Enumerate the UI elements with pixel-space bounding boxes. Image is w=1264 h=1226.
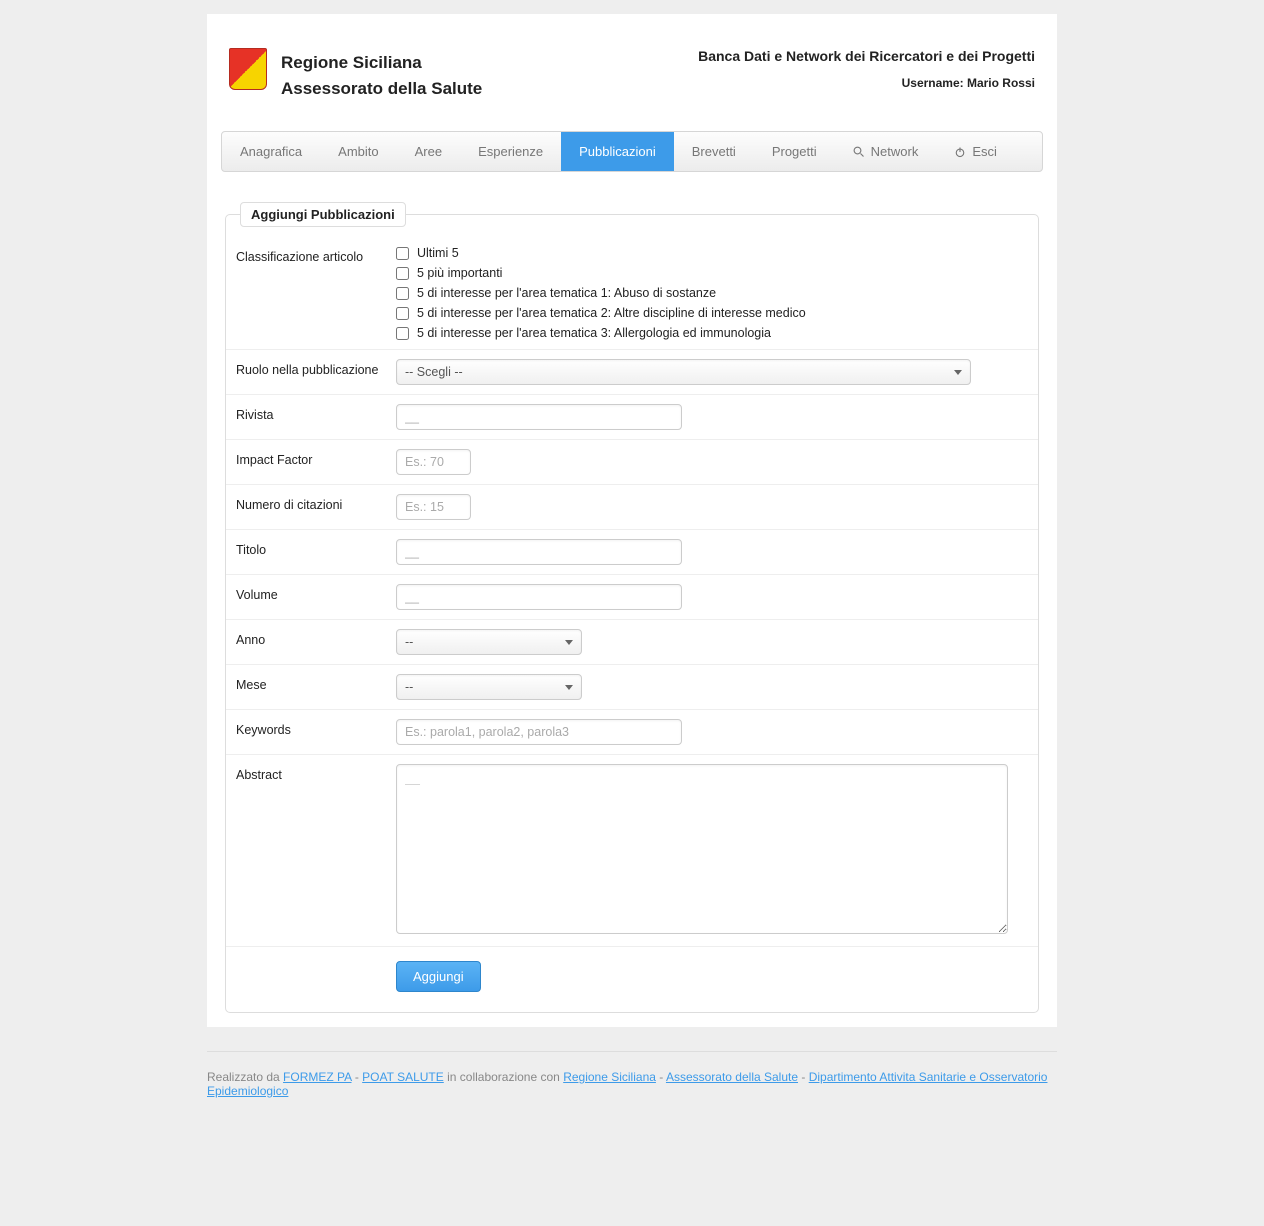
row-mese: Mese -- — [226, 665, 1038, 710]
label-abstract: Abstract — [236, 764, 396, 937]
row-titolo: Titolo — [226, 530, 1038, 575]
chevron-down-icon — [565, 685, 573, 690]
footer-link-poat[interactable]: POAT SALUTE — [362, 1070, 444, 1084]
checkbox-importanti: 5 più importanti — [396, 266, 1028, 280]
footer-sep: - — [352, 1070, 363, 1084]
nav-esci-label: Esci — [972, 144, 997, 159]
org-title: Regione Siciliana Assessorato della Salu… — [281, 48, 482, 101]
checkbox-area2: 5 di interesse per l'area tematica 2: Al… — [396, 306, 1028, 320]
row-volume: Volume — [226, 575, 1038, 620]
header-right: Banca Dati e Network dei Ricercatori e d… — [698, 48, 1035, 101]
username-label: Username: Mario Rossi — [698, 76, 1035, 90]
row-impact: Impact Factor — [226, 440, 1038, 485]
chevron-down-icon — [565, 640, 573, 645]
nav-progetti[interactable]: Progetti — [754, 132, 835, 171]
aggiungi-button[interactable]: Aggiungi — [396, 961, 481, 992]
footer-pre: Realizzato da — [207, 1070, 283, 1084]
row-citazioni: Numero di citazioni — [226, 485, 1038, 530]
select-ruolo[interactable]: -- Scegli -- — [396, 359, 971, 385]
row-rivista: Rivista — [226, 395, 1038, 440]
page-container: Regione Siciliana Assessorato della Salu… — [207, 14, 1057, 1027]
nav-network-label: Network — [871, 144, 919, 159]
navbar: Anagrafica Ambito Aree Esperienze Pubbli… — [221, 131, 1043, 172]
footer-sep: - — [656, 1070, 666, 1084]
power-icon — [954, 146, 966, 158]
nav-network[interactable]: Network — [835, 132, 937, 171]
label-impact: Impact Factor — [236, 449, 396, 475]
checkbox-ultimi5-label: Ultimi 5 — [417, 246, 459, 260]
label-citazioni: Numero di citazioni — [236, 494, 396, 520]
input-keywords[interactable] — [396, 719, 682, 745]
label-classificazione: Classificazione articolo — [236, 246, 396, 340]
checkbox-importanti-label: 5 più importanti — [417, 266, 502, 280]
row-anno: Anno -- — [226, 620, 1038, 665]
label-keywords: Keywords — [236, 719, 396, 745]
select-anno-value: -- — [405, 635, 413, 649]
checkbox-area3-input[interactable] — [396, 327, 409, 340]
field-classificazione: Ultimi 5 5 più importanti 5 di interesse… — [396, 246, 1028, 340]
footer: Realizzato da FORMEZ PA - POAT SALUTE in… — [207, 1051, 1057, 1138]
checkbox-area1: 5 di interesse per l'area tematica 1: Ab… — [396, 286, 1028, 300]
footer-link-formez[interactable]: FORMEZ PA — [283, 1070, 351, 1084]
nav-esci[interactable]: Esci — [936, 132, 1015, 171]
footer-mid: in collaborazione con — [444, 1070, 563, 1084]
row-actions: Aggiungi — [226, 947, 1038, 992]
select-ruolo-value: -- Scegli -- — [405, 365, 463, 379]
nav-ambito[interactable]: Ambito — [320, 132, 396, 171]
form-aggiungi-pubblicazioni: Aggiungi Pubblicazioni Classificazione a… — [225, 202, 1039, 1013]
region-logo-icon — [229, 48, 267, 90]
input-volume[interactable] — [396, 584, 682, 610]
input-citazioni[interactable] — [396, 494, 471, 520]
org-line-2: Assessorato della Salute — [281, 76, 482, 102]
checkbox-importanti-input[interactable] — [396, 267, 409, 280]
checkbox-area3: 5 di interesse per l'area tematica 3: Al… — [396, 326, 1028, 340]
input-titolo[interactable] — [396, 539, 682, 565]
nav-esperienze[interactable]: Esperienze — [460, 132, 561, 171]
row-ruolo: Ruolo nella pubblicazione -- Scegli -- — [226, 350, 1038, 395]
footer-link-assessorato[interactable]: Assessorato della Salute — [666, 1070, 798, 1084]
checkbox-area3-label: 5 di interesse per l'area tematica 3: Al… — [417, 326, 771, 340]
row-abstract: Abstract — [226, 755, 1038, 947]
checkbox-area2-label: 5 di interesse per l'area tematica 2: Al… — [417, 306, 806, 320]
form-legend: Aggiungi Pubblicazioni — [240, 202, 406, 227]
checkbox-area2-input[interactable] — [396, 307, 409, 320]
input-rivista[interactable] — [396, 404, 682, 430]
select-anno[interactable]: -- — [396, 629, 582, 655]
checkbox-ultimi5: Ultimi 5 — [396, 246, 1028, 260]
nav-anagrafica[interactable]: Anagrafica — [222, 132, 320, 171]
label-ruolo: Ruolo nella pubblicazione — [236, 359, 396, 385]
content: Aggiungi Pubblicazioni Classificazione a… — [221, 172, 1043, 1013]
label-rivista: Rivista — [236, 404, 396, 430]
nav-aree[interactable]: Aree — [397, 132, 460, 171]
chevron-down-icon — [954, 370, 962, 375]
app-title: Banca Dati e Network dei Ricercatori e d… — [698, 48, 1035, 64]
row-keywords: Keywords — [226, 710, 1038, 755]
checkbox-area1-label: 5 di interesse per l'area tematica 1: Ab… — [417, 286, 716, 300]
row-classificazione: Classificazione articolo Ultimi 5 5 più … — [226, 237, 1038, 350]
textarea-abstract[interactable] — [396, 764, 1008, 934]
label-titolo: Titolo — [236, 539, 396, 565]
search-icon — [853, 146, 865, 158]
label-volume: Volume — [236, 584, 396, 610]
select-mese-value: -- — [405, 680, 413, 694]
footer-link-regione[interactable]: Regione Siciliana — [563, 1070, 656, 1084]
checkbox-ultimi5-input[interactable] — [396, 247, 409, 260]
nav-brevetti[interactable]: Brevetti — [674, 132, 754, 171]
header: Regione Siciliana Assessorato della Salu… — [221, 28, 1043, 131]
header-left: Regione Siciliana Assessorato della Salu… — [229, 48, 482, 101]
label-anno: Anno — [236, 629, 396, 655]
input-impact[interactable] — [396, 449, 471, 475]
footer-sep: - — [798, 1070, 809, 1084]
checkbox-area1-input[interactable] — [396, 287, 409, 300]
label-mese: Mese — [236, 674, 396, 700]
nav-pubblicazioni[interactable]: Pubblicazioni — [561, 132, 674, 171]
select-mese[interactable]: -- — [396, 674, 582, 700]
org-line-1: Regione Siciliana — [281, 50, 482, 76]
